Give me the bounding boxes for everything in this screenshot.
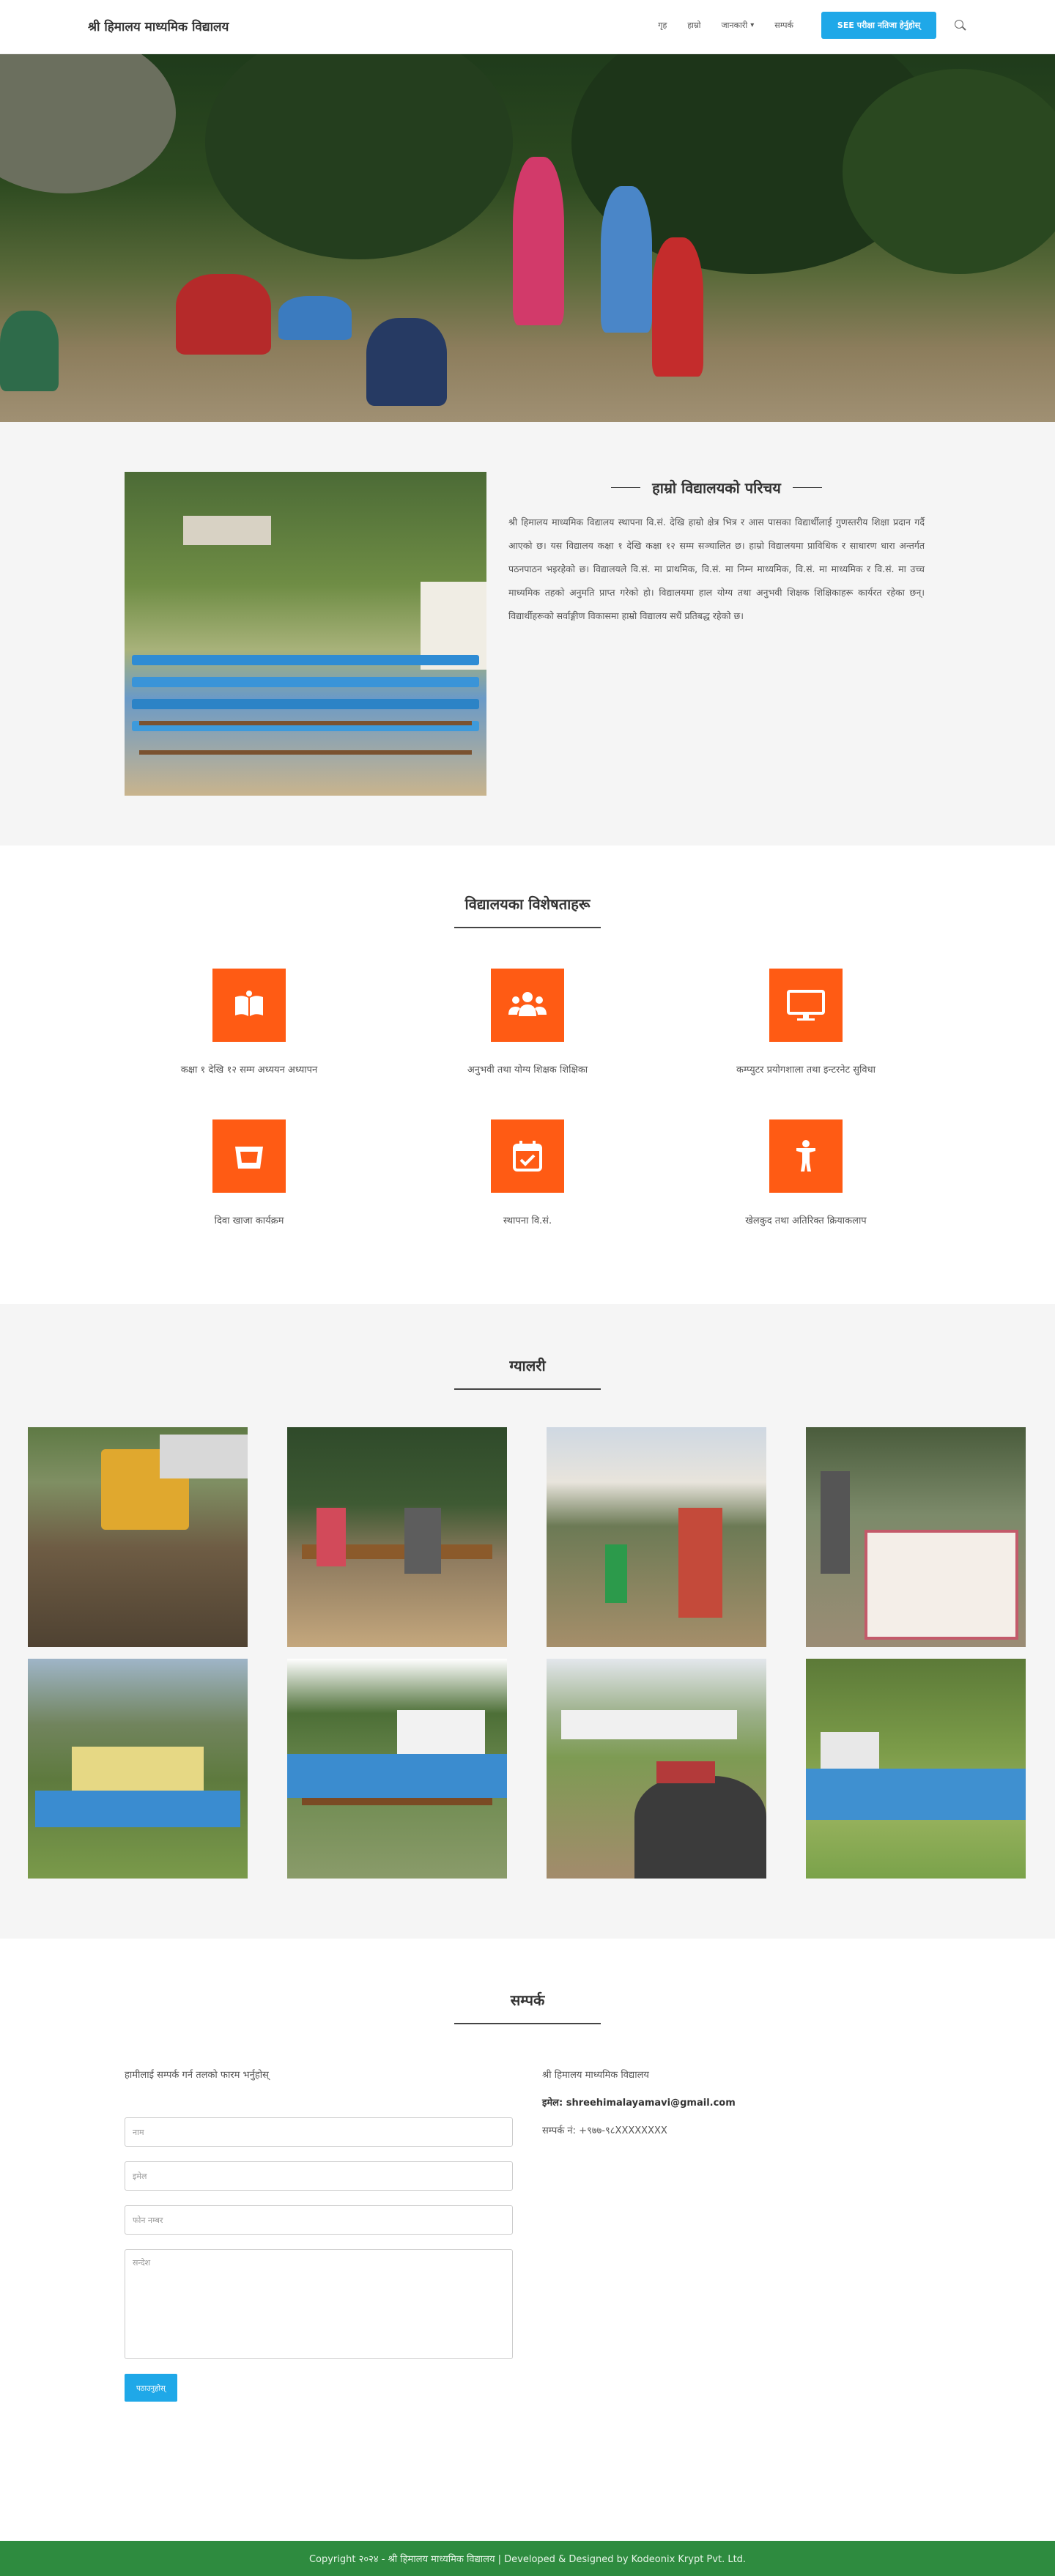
nav-item-info-label: जानकारी [721, 21, 748, 30]
phone-field[interactable]: फोन नम्बर [125, 2205, 513, 2235]
feature-label: दिवा खाजा कार्यक्रम [214, 1215, 284, 1226]
contact-school-name: श्री हिमालय माध्यमिक विद्यालय [542, 2070, 649, 2081]
feature-label: कक्षा १ देखि १२ सम्म अध्ययन अध्यापन [180, 1065, 318, 1076]
site-brand[interactable]: श्री हिमालय माध्यमिक विद्यालय [88, 18, 229, 34]
send-button[interactable]: पठाउनुहोस् [125, 2374, 177, 2402]
see-result-button[interactable]: SEE परीक्षा नतिजा हेर्नुहोस् [821, 12, 936, 39]
label-colon: : [558, 2098, 566, 2109]
contact-intro: हामीलाई सम्पर्क गर्न तलको फारम भर्नुहोस् [125, 2070, 269, 2081]
nav-item-about[interactable]: हाम्रो [677, 20, 711, 31]
message-field[interactable]: सन्देश [125, 2249, 513, 2359]
email-label: इमेल [542, 2098, 559, 2109]
students-field-photo[interactable] [806, 1659, 1026, 1879]
footer-copyright: Copyright २०२४ - श्री हिमालय माध्यमिक वि… [308, 2554, 747, 2565]
site-header: श्री हिमालय माध्यमिक विद्यालय गृह हाम्रो… [0, 0, 1055, 54]
feature-item: दिवा खाजा कार्यक्रम [110, 1119, 388, 1226]
features-title: विद्यालयका विशेषताहरू [464, 895, 591, 913]
basket-icon [212, 1119, 286, 1193]
person-icon [769, 1119, 843, 1193]
excavator-photo[interactable] [28, 1427, 248, 1647]
about-section: हाम्रो विद्यालयको परिचय श्री हिमालय माध्… [0, 422, 1055, 845]
feature-label: अनुभवी तथा योग्य शिक्षक शिक्षिका [467, 1065, 588, 1076]
hero-image [0, 54, 1055, 422]
nav-item-info[interactable]: जानकारी ▾ [711, 20, 764, 31]
contact-section: सम्पर्क हामीलाई सम्पर्क गर्न तलको फारम भ… [0, 1939, 1055, 2541]
name-field[interactable]: नाम [125, 2117, 513, 2147]
feature-label: कम्प्युटर प्रयोगशाला तथा इन्टरनेट सुविधा [736, 1065, 876, 1076]
nav-item-home[interactable]: गृह [648, 20, 677, 31]
meeting-under-tree-photo[interactable] [287, 1427, 507, 1647]
elders-ground-photo[interactable] [547, 1659, 766, 1879]
title-dash [611, 486, 641, 489]
about-text: हाम्रो विद्यालयको परिचय श्री हिमालय माध्… [508, 478, 925, 627]
calendar-icon [491, 1119, 564, 1193]
about-title-text: हाम्रो विद्यालयको परिचय [652, 479, 781, 497]
email-value[interactable]: shreehimalayamavi@gmail.com [566, 2098, 736, 2109]
contact-title: सम्पर्क [510, 1991, 545, 2009]
features-section: विद्यालयका विशेषताहरू कक्षा १ देखि १२ सम… [0, 845, 1055, 1304]
about-title: हाम्रो विद्यालयको परिचय [508, 478, 925, 497]
feature-item: खेलकुद तथा अतिरिक्त क्रियाकलाप [667, 1119, 945, 1226]
contact-phone: सम्पर्क नं: +९७७-९८XXXXXXXX [542, 2123, 930, 2136]
users-icon [491, 969, 564, 1042]
book-icon [212, 969, 286, 1042]
school-assembly-photo [125, 472, 486, 796]
feature-label: खेलकुद तथा अतिरिक्त क्रियाकलाप [745, 1215, 867, 1226]
features-grid: कक्षा १ देखि १२ सम्म अध्ययन अध्यापन अनुभ… [110, 969, 945, 1226]
main-nav: गृह हाम्रो जानकारी ▾ सम्पर्क SEE परीक्षा… [648, 12, 967, 39]
gallery-grid [28, 1427, 1026, 1879]
title-underline [454, 927, 601, 928]
feature-item: कक्षा १ देखि १२ सम्म अध्ययन अध्यापन [110, 969, 388, 1076]
title-underline [454, 2023, 601, 2024]
chevron-down-icon: ▾ [750, 21, 755, 29]
label-colon: : [572, 2125, 580, 2136]
gallery-section: ग्यालरी [0, 1304, 1055, 1939]
email-field[interactable]: इमेल [125, 2161, 513, 2191]
contact-email: इमेल: shreehimalayamavi@gmail.com [542, 2095, 930, 2109]
about-body: श्री हिमालय माध्यमिक विद्यालय स्थापना वि… [508, 517, 925, 621]
guests-seated-photo[interactable] [547, 1427, 766, 1647]
feature-item: अनुभवी तथा योग्य शिक्षक शिक्षिका [388, 969, 667, 1076]
site-footer: Copyright २०२४ - श्री हिमालय माध्यमिक वि… [0, 2541, 1055, 2576]
phone-value[interactable]: +९७७-९८XXXXXXXX [579, 2125, 667, 2136]
phone-label: सम्पर्क नं [542, 2125, 573, 2136]
title-dash [792, 486, 822, 489]
title-underline [454, 1388, 601, 1390]
feature-item: कम्प्युटर प्रयोगशाला तथा इन्टरनेट सुविधा [667, 969, 945, 1076]
feature-label: स्थापना वि.सं. [503, 1215, 552, 1226]
contact-form: हामीलाई सम्पर्क गर्न तलको फारम भर्नुहोस्… [125, 2068, 513, 2402]
feature-item: स्थापना वि.सं. [388, 1119, 667, 1226]
search-icon[interactable] [954, 19, 967, 32]
monitor-icon [769, 969, 843, 1042]
gallery-title: ग्यालरी [509, 1357, 546, 1374]
banner-program-photo[interactable] [806, 1427, 1026, 1647]
school-building-students-photo[interactable] [28, 1659, 248, 1879]
nav-item-contact[interactable]: सम्पर्क [764, 20, 804, 31]
contact-info: श्री हिमालय माध्यमिक विद्यालय इमेल: shre… [542, 2068, 930, 2151]
assembly-photo[interactable] [287, 1659, 507, 1879]
